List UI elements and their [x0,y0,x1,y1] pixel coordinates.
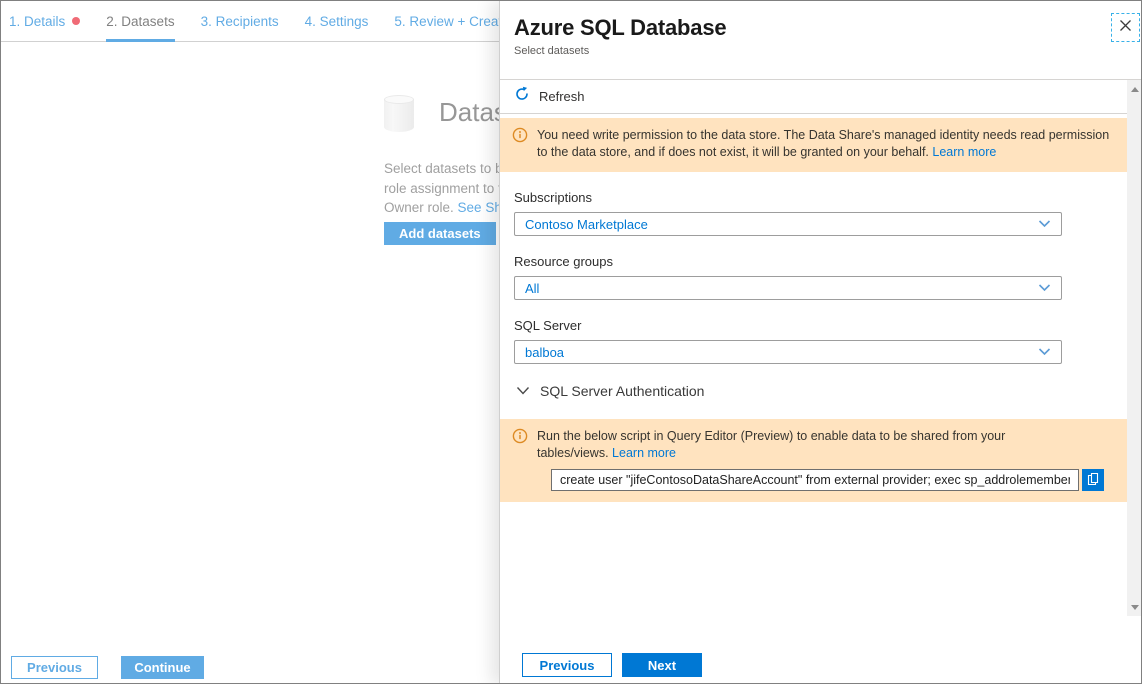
tab-settings-label: 4. Settings [305,1,369,42]
tab-datasets[interactable]: 2. Datasets [106,1,174,42]
resource-groups-label: Resource groups [514,254,1128,269]
refresh-label: Refresh [539,89,585,104]
chevron-down-icon [1038,279,1051,297]
scrollbar-down-icon[interactable] [1131,605,1139,610]
permission-banner: You need write permission to the data st… [500,118,1128,172]
sql-server-authentication-label: SQL Server Authentication [540,383,704,399]
subscriptions-dropdown[interactable]: Contoso Marketplace [514,212,1062,236]
datasets-description-line3: Owner role. See Sha [384,198,510,218]
datasets-description-line1: Select datasets to be [384,159,510,179]
sql-server-dropdown[interactable]: balboa [514,340,1062,364]
copy-button[interactable] [1082,469,1104,491]
sql-server-value: balboa [525,345,564,360]
script-banner-content: Run the below script in Query Editor (Pr… [537,428,1104,491]
script-banner: Run the below script in Query Editor (Pr… [500,419,1128,502]
script-banner-text: Run the below script in Query Editor (Pr… [537,428,1042,462]
resource-groups-dropdown[interactable]: All [514,276,1062,300]
wizard-previous-button[interactable]: Previous [11,656,98,679]
subscriptions-label: Subscriptions [514,190,1128,205]
panel-next-button[interactable]: Next [622,653,702,677]
chevron-down-icon [1038,343,1051,361]
sql-server-authentication-toggle[interactable]: SQL Server Authentication [516,382,1128,400]
tab-review-create[interactable]: 5. Review + Create [394,1,509,42]
tab-recipients-label: 3. Recipients [201,1,279,42]
details-validation-dot [72,17,80,25]
resource-groups-value: All [525,281,539,296]
tab-review-create-label: 5. Review + Create [394,1,509,42]
sql-server-label: SQL Server [514,318,1128,333]
database-cylinder-icon [384,95,414,132]
wizard-continue-button[interactable]: Continue [121,656,204,679]
info-icon [512,127,528,161]
panel-header: Azure SQL Database Select datasets [500,1,1142,80]
close-icon [1119,19,1132,37]
info-icon [512,428,528,491]
tab-recipients[interactable]: 3. Recipients [201,1,279,42]
panel-title: Azure SQL Database [514,15,1129,41]
permission-banner-text: You need write permission to the data st… [537,127,1115,161]
close-button[interactable] [1111,13,1140,42]
active-tab-underline [106,39,174,42]
script-input[interactable] [551,469,1079,491]
subscriptions-value: Contoso Marketplace [525,217,648,232]
panel-scrollbar[interactable] [1127,80,1142,617]
script-learn-more-link[interactable]: Learn more [612,446,676,460]
tab-datasets-label: 2. Datasets [106,1,174,42]
panel-previous-button[interactable]: Previous [522,653,612,677]
scrollbar-up-icon[interactable] [1131,87,1139,92]
chevron-down-icon [516,382,530,400]
chevron-down-icon [1038,215,1051,233]
permission-learn-more-link[interactable]: Learn more [932,145,996,159]
screenshot-root: 1. Details 2. Datasets 3. Recipients 4. … [0,0,1142,684]
panel-footer: Previous Next [500,616,1142,684]
refresh-button[interactable]: Refresh [500,80,1128,114]
tab-details-label: 1. Details [9,1,65,42]
tab-details[interactable]: 1. Details [9,1,80,42]
refresh-icon [514,86,530,107]
tab-settings[interactable]: 4. Settings [305,1,369,42]
panel-body: Refresh You need write permission to the… [500,80,1128,616]
copy-icon [1086,472,1100,489]
add-datasets-button[interactable]: Add datasets [384,222,496,245]
datasets-description-line2: role assignment to t [384,179,510,199]
panel-subtitle: Select datasets [514,45,1129,57]
datasets-description: Select datasets to be role assignment to… [384,159,510,218]
azure-sql-database-panel: Azure SQL Database Select datasets Refre… [499,1,1142,684]
script-row [551,469,1104,491]
